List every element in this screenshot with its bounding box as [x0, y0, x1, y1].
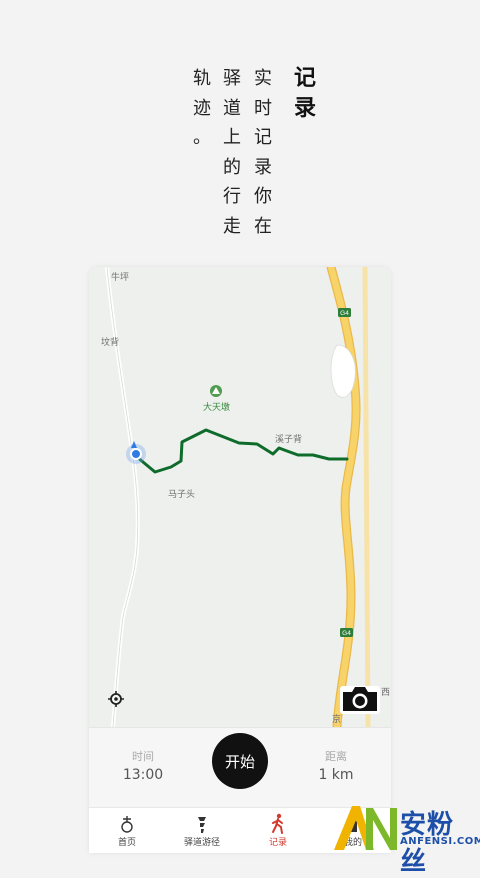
place-label-peak: 大天墩 — [203, 403, 231, 413]
headline-char: 在 — [254, 215, 272, 237]
headline-column-2: 驿 道 上 的 行 走 — [223, 64, 241, 241]
highway-badge-label: G4 — [342, 630, 351, 637]
headline-char: 行 — [223, 186, 241, 207]
start-button[interactable]: 开始 — [212, 733, 268, 789]
headline-char: 的 — [223, 156, 241, 178]
headline-column-3: 轨 迹 。 — [193, 64, 211, 153]
phone-preview-card: G4 G4 牛坪 坟背 大天墩 溪子背 马子头 西 京 时间 13:00 开始 … — [89, 267, 391, 853]
headline-char: 记 — [294, 66, 317, 91]
headline-char: 。 — [193, 127, 211, 148]
highway-badge-label: G4 — [340, 310, 349, 317]
tab-routes[interactable]: 驿道游径 — [172, 810, 232, 848]
route-icon — [172, 810, 232, 836]
tab-home[interactable]: 首页 — [97, 810, 157, 848]
place-label: 溪子背 — [275, 435, 303, 445]
headline-column-1: 实 时 记 录 你 在 — [254, 64, 272, 241]
tab-label: 记录 — [268, 838, 287, 848]
watermark-logo — [334, 806, 397, 850]
headline-char: 录 — [254, 156, 272, 178]
home-icon — [97, 810, 157, 836]
time-value: 13:00 — [122, 767, 164, 783]
headline-char: 你 — [254, 186, 272, 207]
tab-record[interactable]: 记录 — [248, 810, 308, 848]
headline-char: 上 — [223, 127, 241, 148]
headline-char: 实 — [254, 68, 272, 89]
tab-label: 驿道游径 — [183, 838, 220, 848]
headline-char: 迹 — [193, 97, 211, 119]
headline-char: 记 — [254, 127, 272, 148]
headline-char: 走 — [223, 215, 241, 237]
record-stats-bar: 时间 13:00 开始 距离 1 km — [89, 727, 391, 808]
map-graphics: G4 G4 — [105, 267, 380, 727]
headline-char: 时 — [254, 97, 272, 119]
headline-char: 录 — [294, 96, 317, 121]
place-label: 京 — [332, 715, 342, 725]
time-label: 时间 — [132, 750, 154, 763]
distance-value: 1 km — [318, 767, 354, 783]
current-location-dot — [130, 448, 142, 460]
place-label: 马子头 — [168, 490, 196, 500]
locate-button[interactable] — [108, 691, 124, 707]
tab-label: 首页 — [117, 838, 136, 848]
headline-title: 记 录 — [294, 64, 316, 124]
place-label: 牛坪 — [111, 273, 130, 283]
headline-char: 驿 — [223, 68, 241, 89]
time-stat: 时间 13:00 — [103, 748, 183, 783]
hiker-icon — [248, 810, 308, 836]
map-view[interactable]: G4 G4 牛坪 坟背 大天墩 溪子背 马子头 西 京 — [89, 267, 391, 727]
watermark-subtext: ANFENSI.COM — [400, 836, 480, 847]
recorded-track — [135, 428, 349, 474]
distance-stat: 距离 1 km — [296, 748, 376, 783]
highway-side — [362, 267, 371, 727]
camera-button[interactable] — [340, 686, 380, 714]
place-label: 西 — [381, 688, 391, 698]
headline-char: 轨 — [193, 68, 211, 89]
watermark: 安粉丝 ANFENSI.COM — [330, 800, 480, 877]
headline-char: 道 — [223, 97, 241, 119]
place-label: 坟背 — [101, 338, 120, 348]
distance-label: 距离 — [325, 750, 347, 763]
